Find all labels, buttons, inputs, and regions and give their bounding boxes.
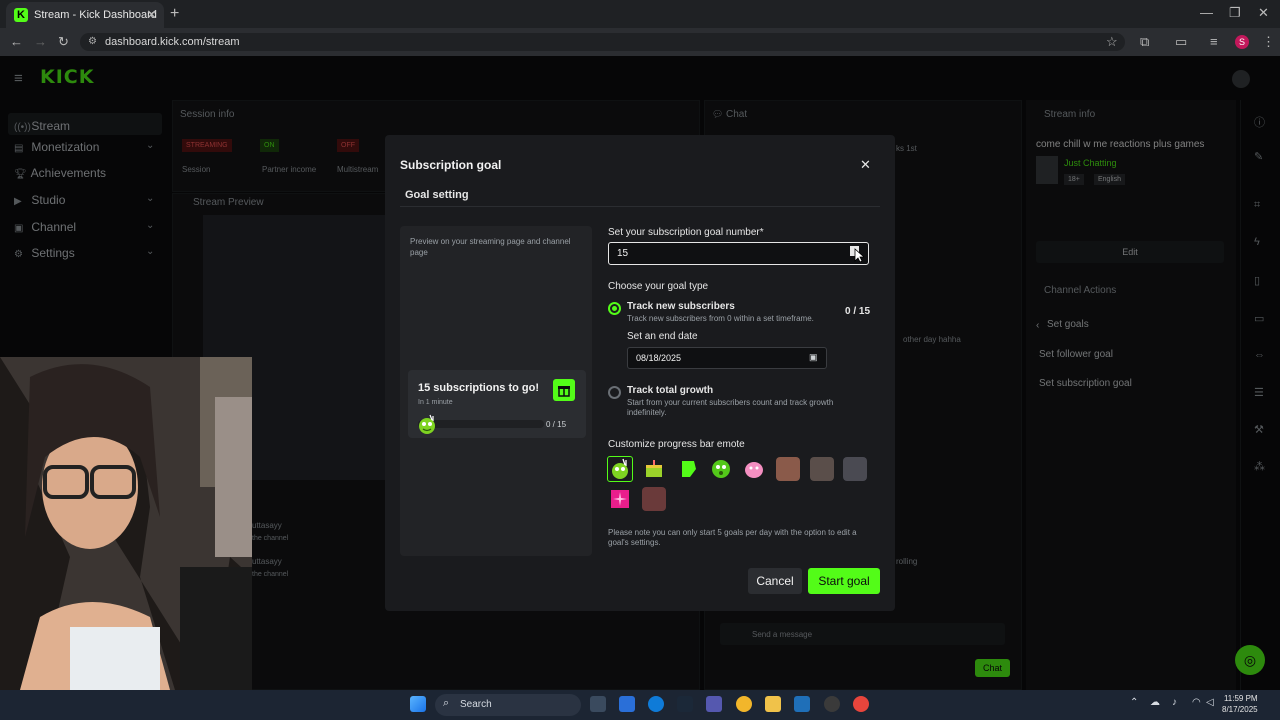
taskbar-clock[interactable]: 11:59 PM 8/17/2025 — [1222, 693, 1258, 715]
photo-emote-icon[interactable] — [810, 457, 834, 481]
tab-goal-setting[interactable]: Goal setting — [405, 189, 469, 201]
option-title: Track total growth — [627, 385, 714, 396]
extensions-icon[interactable]: ⧉ — [1140, 34, 1149, 50]
track-new-subscribers-radio[interactable] — [608, 302, 621, 315]
goal-number-value: 15 — [617, 248, 629, 259]
new-tab-icon[interactable]: + — [170, 5, 179, 23]
windows-taskbar — [0, 690, 1280, 720]
emote-label: Customize progress bar emote — [608, 439, 745, 450]
minimize-icon[interactable]: — — [1200, 5, 1213, 20]
store-icon[interactable] — [794, 696, 810, 712]
close-window-icon[interactable]: ✕ — [1258, 5, 1269, 21]
kick-emote-icon[interactable] — [676, 457, 700, 481]
end-date-label: Set an end date — [627, 331, 698, 342]
sparkle-emote-icon[interactable] — [608, 487, 632, 511]
clock-date: 8/17/2025 — [1222, 705, 1258, 714]
chrome-profile-icon[interactable] — [853, 696, 869, 712]
frog-emote-icon — [416, 413, 438, 435]
tray-chevron-icon[interactable]: ⌃ — [1130, 697, 1138, 708]
clock-time: 11:59 PM — [1223, 694, 1258, 703]
onedrive-icon[interactable]: ☁ — [1150, 697, 1160, 708]
search-icon: ⌕ — [443, 697, 450, 709]
option-title: Track new subscribers — [627, 301, 735, 312]
option-description: Start from your current subscribers coun… — [627, 398, 834, 417]
option-count: 0 / 15 — [845, 306, 871, 317]
browser-menu-icon[interactable]: ⋮ — [1262, 34, 1275, 50]
preview-description: Preview on your streaming page and chann… — [410, 237, 571, 257]
cake-emote-icon[interactable] — [642, 457, 666, 481]
divider — [400, 206, 880, 207]
profile-avatar[interactable]: S — [1235, 35, 1249, 49]
goal-number-label: Set your subscription goal number* — [608, 227, 764, 238]
goal-number-input[interactable] — [608, 242, 869, 265]
forward-icon[interactable]: → — [34, 34, 47, 49]
close-tab-icon[interactable]: ✕ — [146, 7, 157, 23]
photo-emote-icon[interactable] — [642, 487, 666, 511]
file-explorer-icon[interactable] — [765, 696, 781, 712]
mic-icon[interactable]: ♪ — [1172, 697, 1177, 708]
volume-icon[interactable]: ◁ — [1206, 697, 1214, 708]
preview-goal-count: 0 / 15 — [546, 420, 567, 429]
site-info-icon[interactable]: ⚙ — [88, 36, 97, 47]
maximize-icon[interactable]: ❐ — [1229, 5, 1241, 21]
goal-type-label: Choose your goal type — [608, 281, 709, 292]
preview-goal-subtitle: In 1 minute — [418, 399, 453, 406]
windows-start-icon[interactable] — [410, 696, 426, 712]
teams-icon[interactable] — [706, 696, 722, 712]
track-total-growth-radio[interactable] — [608, 386, 621, 399]
photo-emote-icon[interactable] — [776, 457, 800, 481]
calendar-icon[interactable]: ▣ — [809, 352, 818, 363]
close-icon[interactable]: ✕ — [860, 157, 871, 173]
bookmark-star-icon[interactable]: ☆ — [1106, 34, 1118, 50]
wifi-icon[interactable]: ◠ — [1192, 697, 1201, 708]
option-description: Track new subscribers from 0 within a se… — [627, 314, 814, 323]
goal-limit-note: Please note you can only start 5 goals p… — [608, 528, 857, 547]
frog-emote-icon[interactable] — [608, 457, 632, 481]
modal-title: Subscription goal — [400, 158, 502, 172]
webcam-overlay — [0, 357, 252, 690]
browser-tab-bar — [0, 0, 1280, 28]
mouse-pointer-icon — [850, 246, 864, 262]
tab-title: Stream - Kick Dashboard — [34, 9, 157, 21]
steam-icon[interactable] — [677, 696, 693, 712]
edge-icon[interactable] — [648, 696, 664, 712]
reload-icon[interactable]: ↻ — [58, 34, 69, 50]
kick-favicon-icon: K — [14, 8, 28, 22]
url-text: dashboard.kick.com/stream — [105, 36, 240, 48]
back-icon[interactable]: ← — [10, 34, 23, 49]
frog-face-emote-icon[interactable] — [709, 457, 733, 481]
task-view-icon[interactable] — [590, 696, 606, 712]
cancel-button[interactable]: Cancel — [748, 568, 802, 594]
taskbar-search-placeholder: Search — [460, 699, 492, 710]
copilot-icon[interactable] — [619, 696, 635, 712]
start-goal-button[interactable]: Start goal — [808, 568, 880, 594]
obs-icon[interactable] — [824, 696, 840, 712]
pink-creature-emote-icon[interactable] — [742, 457, 766, 481]
preview-goal-title: 15 subscriptions to go! — [418, 382, 540, 394]
gift-icon — [553, 379, 575, 401]
cast-icon[interactable]: ▭ — [1175, 34, 1187, 50]
taskbar-search[interactable] — [435, 694, 581, 716]
browser-tab[interactable]: K Stream - Kick Dashboard ✕ — [6, 2, 164, 28]
photo-emote-icon[interactable] — [843, 457, 867, 481]
tab-search-icon[interactable]: ≡ — [1210, 34, 1218, 49]
chrome-icon[interactable] — [736, 696, 752, 712]
end-date-value: 08/18/2025 — [636, 353, 682, 363]
